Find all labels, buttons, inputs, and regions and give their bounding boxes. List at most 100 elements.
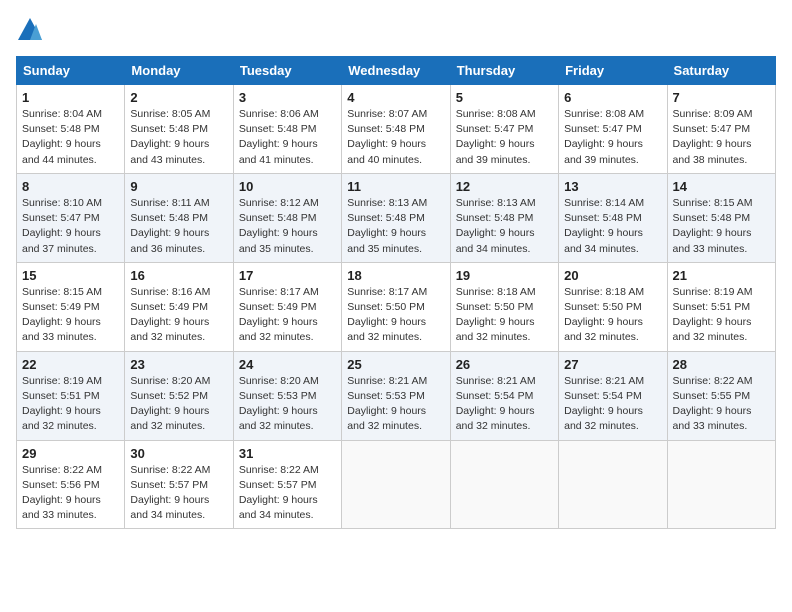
week-row-5: 29 Sunrise: 8:22 AMSunset: 5:56 PMDaylig… [17, 440, 776, 529]
day-cell: 22 Sunrise: 8:19 AMSunset: 5:51 PMDaylig… [17, 351, 125, 440]
day-cell: 5 Sunrise: 8:08 AMSunset: 5:47 PMDayligh… [450, 85, 558, 174]
day-detail: Sunrise: 8:08 AMSunset: 5:47 PMDaylight:… [564, 108, 644, 166]
day-number: 9 [130, 179, 227, 194]
day-detail: Sunrise: 8:05 AMSunset: 5:48 PMDaylight:… [130, 108, 210, 166]
day-cell: 25 Sunrise: 8:21 AMSunset: 5:53 PMDaylig… [342, 351, 450, 440]
day-cell: 19 Sunrise: 8:18 AMSunset: 5:50 PMDaylig… [450, 262, 558, 351]
day-number: 18 [347, 268, 444, 283]
day-cell [667, 440, 775, 529]
day-cell: 3 Sunrise: 8:06 AMSunset: 5:48 PMDayligh… [233, 85, 341, 174]
day-number: 16 [130, 268, 227, 283]
day-number: 27 [564, 357, 661, 372]
day-header-monday: Monday [125, 57, 233, 85]
day-detail: Sunrise: 8:22 AMSunset: 5:55 PMDaylight:… [673, 375, 753, 433]
day-number: 11 [347, 179, 444, 194]
day-cell: 17 Sunrise: 8:17 AMSunset: 5:49 PMDaylig… [233, 262, 341, 351]
day-detail: Sunrise: 8:17 AMSunset: 5:50 PMDaylight:… [347, 286, 427, 344]
day-detail: Sunrise: 8:22 AMSunset: 5:57 PMDaylight:… [130, 464, 210, 522]
day-detail: Sunrise: 8:18 AMSunset: 5:50 PMDaylight:… [456, 286, 536, 344]
day-number: 26 [456, 357, 553, 372]
day-cell: 31 Sunrise: 8:22 AMSunset: 5:57 PMDaylig… [233, 440, 341, 529]
day-number: 25 [347, 357, 444, 372]
calendar-table: SundayMondayTuesdayWednesdayThursdayFrid… [16, 56, 776, 529]
day-detail: Sunrise: 8:14 AMSunset: 5:48 PMDaylight:… [564, 197, 644, 255]
day-number: 2 [130, 90, 227, 105]
day-detail: Sunrise: 8:08 AMSunset: 5:47 PMDaylight:… [456, 108, 536, 166]
day-header-saturday: Saturday [667, 57, 775, 85]
day-header-thursday: Thursday [450, 57, 558, 85]
day-cell [559, 440, 667, 529]
day-number: 29 [22, 446, 119, 461]
day-header-wednesday: Wednesday [342, 57, 450, 85]
day-number: 7 [673, 90, 770, 105]
day-cell: 21 Sunrise: 8:19 AMSunset: 5:51 PMDaylig… [667, 262, 775, 351]
day-detail: Sunrise: 8:13 AMSunset: 5:48 PMDaylight:… [456, 197, 536, 255]
day-cell: 13 Sunrise: 8:14 AMSunset: 5:48 PMDaylig… [559, 173, 667, 262]
day-detail: Sunrise: 8:13 AMSunset: 5:48 PMDaylight:… [347, 197, 427, 255]
day-cell: 28 Sunrise: 8:22 AMSunset: 5:55 PMDaylig… [667, 351, 775, 440]
week-row-2: 8 Sunrise: 8:10 AMSunset: 5:47 PMDayligh… [17, 173, 776, 262]
day-detail: Sunrise: 8:20 AMSunset: 5:53 PMDaylight:… [239, 375, 319, 433]
day-detail: Sunrise: 8:15 AMSunset: 5:49 PMDaylight:… [22, 286, 102, 344]
week-row-3: 15 Sunrise: 8:15 AMSunset: 5:49 PMDaylig… [17, 262, 776, 351]
week-row-4: 22 Sunrise: 8:19 AMSunset: 5:51 PMDaylig… [17, 351, 776, 440]
day-number: 21 [673, 268, 770, 283]
day-number: 28 [673, 357, 770, 372]
day-cell: 4 Sunrise: 8:07 AMSunset: 5:48 PMDayligh… [342, 85, 450, 174]
day-number: 20 [564, 268, 661, 283]
week-row-1: 1 Sunrise: 8:04 AMSunset: 5:48 PMDayligh… [17, 85, 776, 174]
day-number: 24 [239, 357, 336, 372]
day-number: 22 [22, 357, 119, 372]
day-header-friday: Friday [559, 57, 667, 85]
day-detail: Sunrise: 8:21 AMSunset: 5:54 PMDaylight:… [564, 375, 644, 433]
day-header-sunday: Sunday [17, 57, 125, 85]
day-detail: Sunrise: 8:11 AMSunset: 5:48 PMDaylight:… [130, 197, 209, 255]
day-detail: Sunrise: 8:15 AMSunset: 5:48 PMDaylight:… [673, 197, 753, 255]
day-detail: Sunrise: 8:20 AMSunset: 5:52 PMDaylight:… [130, 375, 210, 433]
day-detail: Sunrise: 8:10 AMSunset: 5:47 PMDaylight:… [22, 197, 102, 255]
day-cell: 23 Sunrise: 8:20 AMSunset: 5:52 PMDaylig… [125, 351, 233, 440]
day-cell: 20 Sunrise: 8:18 AMSunset: 5:50 PMDaylig… [559, 262, 667, 351]
day-detail: Sunrise: 8:19 AMSunset: 5:51 PMDaylight:… [22, 375, 102, 433]
day-cell: 15 Sunrise: 8:15 AMSunset: 5:49 PMDaylig… [17, 262, 125, 351]
day-number: 8 [22, 179, 119, 194]
day-detail: Sunrise: 8:07 AMSunset: 5:48 PMDaylight:… [347, 108, 427, 166]
day-number: 6 [564, 90, 661, 105]
day-number: 5 [456, 90, 553, 105]
day-number: 30 [130, 446, 227, 461]
day-cell: 29 Sunrise: 8:22 AMSunset: 5:56 PMDaylig… [17, 440, 125, 529]
day-number: 17 [239, 268, 336, 283]
day-detail: Sunrise: 8:17 AMSunset: 5:49 PMDaylight:… [239, 286, 319, 344]
day-cell: 14 Sunrise: 8:15 AMSunset: 5:48 PMDaylig… [667, 173, 775, 262]
day-header-tuesday: Tuesday [233, 57, 341, 85]
day-cell: 27 Sunrise: 8:21 AMSunset: 5:54 PMDaylig… [559, 351, 667, 440]
day-detail: Sunrise: 8:06 AMSunset: 5:48 PMDaylight:… [239, 108, 319, 166]
day-detail: Sunrise: 8:19 AMSunset: 5:51 PMDaylight:… [673, 286, 753, 344]
day-cell: 1 Sunrise: 8:04 AMSunset: 5:48 PMDayligh… [17, 85, 125, 174]
logo [16, 16, 48, 44]
day-detail: Sunrise: 8:09 AMSunset: 5:47 PMDaylight:… [673, 108, 753, 166]
day-cell: 10 Sunrise: 8:12 AMSunset: 5:48 PMDaylig… [233, 173, 341, 262]
day-cell: 6 Sunrise: 8:08 AMSunset: 5:47 PMDayligh… [559, 85, 667, 174]
day-number: 10 [239, 179, 336, 194]
day-cell: 11 Sunrise: 8:13 AMSunset: 5:48 PMDaylig… [342, 173, 450, 262]
day-cell [450, 440, 558, 529]
day-cell: 8 Sunrise: 8:10 AMSunset: 5:47 PMDayligh… [17, 173, 125, 262]
day-detail: Sunrise: 8:22 AMSunset: 5:57 PMDaylight:… [239, 464, 319, 522]
day-cell: 2 Sunrise: 8:05 AMSunset: 5:48 PMDayligh… [125, 85, 233, 174]
logo-icon [16, 16, 44, 44]
day-number: 23 [130, 357, 227, 372]
day-number: 13 [564, 179, 661, 194]
day-number: 31 [239, 446, 336, 461]
day-cell: 7 Sunrise: 8:09 AMSunset: 5:47 PMDayligh… [667, 85, 775, 174]
header [16, 16, 776, 44]
day-detail: Sunrise: 8:12 AMSunset: 5:48 PMDaylight:… [239, 197, 319, 255]
day-number: 1 [22, 90, 119, 105]
day-number: 15 [22, 268, 119, 283]
day-detail: Sunrise: 8:21 AMSunset: 5:53 PMDaylight:… [347, 375, 427, 433]
day-detail: Sunrise: 8:22 AMSunset: 5:56 PMDaylight:… [22, 464, 102, 522]
day-detail: Sunrise: 8:16 AMSunset: 5:49 PMDaylight:… [130, 286, 210, 344]
day-detail: Sunrise: 8:04 AMSunset: 5:48 PMDaylight:… [22, 108, 102, 166]
day-number: 12 [456, 179, 553, 194]
day-cell: 12 Sunrise: 8:13 AMSunset: 5:48 PMDaylig… [450, 173, 558, 262]
